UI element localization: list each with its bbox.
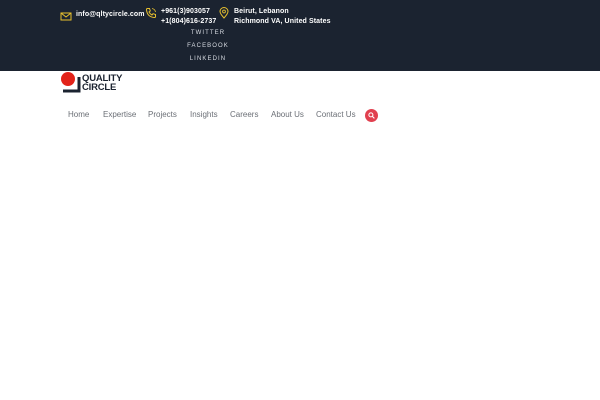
nav-careers[interactable]: Careers bbox=[230, 110, 258, 119]
phone-number-lebanon[interactable]: +961(3)903057 bbox=[161, 7, 216, 17]
nav-projects[interactable]: Projects bbox=[148, 110, 177, 119]
location-pin-icon bbox=[219, 7, 229, 19]
email-contact[interactable]: info@qltycircle.com bbox=[60, 10, 145, 22]
search-icon bbox=[368, 112, 375, 119]
nav-insights[interactable]: Insights bbox=[190, 110, 218, 119]
phone-number-us[interactable]: +1(804)616-2737 bbox=[161, 17, 216, 27]
nav-home[interactable]: Home bbox=[68, 110, 89, 119]
email-text[interactable]: info@qltycircle.com bbox=[76, 10, 145, 20]
social-link-linkedin[interactable]: LINKEDIN bbox=[176, 56, 240, 62]
nav-expertise[interactable]: Expertise bbox=[103, 110, 136, 119]
logo-word-circle: CIRCLE bbox=[82, 82, 117, 93]
address-beirut: Beirut, Lebanon bbox=[234, 8, 289, 15]
search-button[interactable] bbox=[365, 109, 378, 122]
social-link-facebook[interactable]: FACEBOOK bbox=[176, 43, 240, 49]
address-contact: Beirut, Lebanon Richmond VA, United Stat… bbox=[218, 7, 331, 27]
address-richmond: Richmond VA, United States bbox=[234, 18, 331, 25]
envelope-icon bbox=[60, 12, 72, 21]
nav-about-us[interactable]: About Us bbox=[271, 110, 304, 119]
phone-contact[interactable]: +961(3)903057 +1(804)616-2737 bbox=[145, 7, 216, 27]
nav-contact-us[interactable]: Contact Us bbox=[316, 110, 356, 119]
social-link-twitter[interactable]: TWITTER bbox=[176, 30, 240, 36]
top-contact-bar: info@qltycircle.com +961(3)903057 +1(804… bbox=[0, 0, 600, 71]
phone-icon bbox=[145, 8, 156, 19]
